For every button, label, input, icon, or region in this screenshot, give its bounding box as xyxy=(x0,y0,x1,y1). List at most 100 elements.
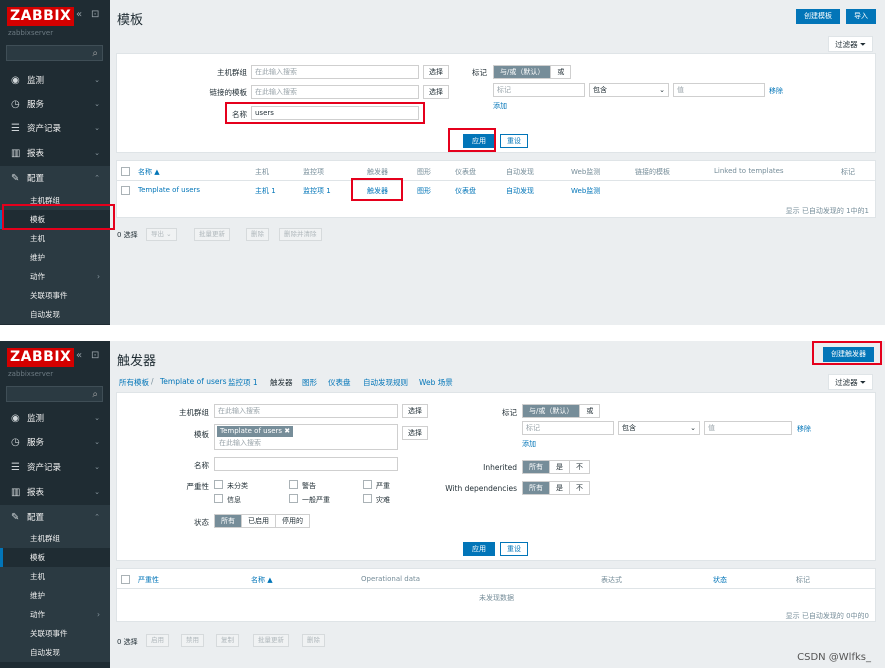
reset-button[interactable]: 重设 xyxy=(500,542,528,556)
sidebar-search-input[interactable]: ⌕ xyxy=(6,386,103,402)
copy-button[interactable]: 复制 xyxy=(216,634,239,647)
import-button[interactable]: 导入 xyxy=(846,9,876,24)
tag-remove-link[interactable]: 移除 xyxy=(797,424,811,434)
nav-inventory[interactable]: ☰ 资产记录 ⌄ xyxy=(0,116,110,141)
nav-reports[interactable]: ▥ 报表 ⌄ xyxy=(0,480,110,505)
host-groups-select-button[interactable]: 选择 xyxy=(402,404,428,418)
crumb-triggers[interactable]: 触发器 xyxy=(270,377,293,388)
nav-services[interactable]: ◷ 服务 ⌄ xyxy=(0,92,110,117)
crumb-discovery-rules[interactable]: 自动发现规则 xyxy=(363,377,408,388)
nav-configuration[interactable]: ✎ 配置 ⌃ xyxy=(0,505,110,530)
row-discovery-link[interactable]: 自动发现 xyxy=(506,186,534,196)
severity-not-classified-checkbox[interactable] xyxy=(214,480,223,489)
status-toggle[interactable]: 所有 已启用 停用的 xyxy=(214,514,310,528)
crumb-web-scenarios[interactable]: Web 场景 xyxy=(419,377,453,388)
filter-tab[interactable]: 过滤器 ⏷ xyxy=(828,374,873,390)
export-button[interactable]: 导出 ⌄ xyxy=(146,228,177,241)
inherited-all-option[interactable]: 所有 xyxy=(523,461,549,473)
nav-monitoring[interactable]: ◉ 监测 ⌄ xyxy=(0,68,110,93)
subnav-maintenance[interactable]: 维护 xyxy=(0,248,110,267)
subnav-discovery[interactable]: 自动发现 xyxy=(0,305,110,324)
tag-remove-link[interactable]: 移除 xyxy=(769,86,783,96)
delete-button[interactable]: 删除 xyxy=(302,634,325,647)
dependencies-toggle[interactable]: 所有是不 xyxy=(522,481,590,495)
linked-templates-input[interactable]: 在此输入搜索 xyxy=(251,85,419,99)
inherited-no-option[interactable]: 不 xyxy=(569,461,589,473)
tag-name-input[interactable]: 标记 xyxy=(522,421,614,435)
sidebar-search-input[interactable]: ⌕ xyxy=(6,45,103,61)
kiosk-icon[interactable]: ⊡ xyxy=(91,9,99,20)
nav-inventory[interactable]: ☰ 资产记录 ⌄ xyxy=(0,455,110,480)
tag-add-link[interactable]: 添加 xyxy=(493,101,507,111)
status-disabled-option[interactable]: 停用的 xyxy=(275,515,309,527)
mass-update-button[interactable]: 批量更新 xyxy=(253,634,289,647)
row-template-name[interactable]: Template of users xyxy=(138,186,200,194)
select-all-checkbox[interactable] xyxy=(121,167,130,176)
severity-high-checkbox[interactable] xyxy=(363,480,372,489)
crumb-dashboards[interactable]: 仪表盘 xyxy=(328,377,351,388)
subnav-templates[interactable]: 模板 xyxy=(0,548,110,567)
zabbix-logo[interactable]: ZABBIX xyxy=(7,7,75,26)
name-input[interactable] xyxy=(214,457,398,471)
subnav-hosts[interactable]: 主机 xyxy=(0,567,110,586)
tag-or-option[interactable]: 或 xyxy=(550,66,571,78)
collapse-icon[interactable]: « xyxy=(76,350,82,361)
disable-button[interactable]: 禁用 xyxy=(181,634,204,647)
tag-or-option[interactable]: 或 xyxy=(579,405,600,417)
dependencies-yes-option[interactable]: 是 xyxy=(549,482,569,494)
crumb-graphs[interactable]: 图形 xyxy=(302,377,317,388)
kiosk-icon[interactable]: ⊡ xyxy=(91,350,99,361)
dependencies-no-option[interactable]: 不 xyxy=(569,482,589,494)
dependencies-all-option[interactable]: 所有 xyxy=(523,482,549,494)
reset-button[interactable]: 重设 xyxy=(500,134,528,148)
status-all-option[interactable]: 所有 xyxy=(215,515,241,527)
host-groups-input[interactable]: 在此输入搜索 xyxy=(251,65,419,79)
crumb-all-templates[interactable]: 所有模板 xyxy=(119,377,149,388)
host-groups-input[interactable]: 在此输入搜索 xyxy=(214,404,398,418)
inherited-yes-option[interactable]: 是 xyxy=(549,461,569,473)
crumb-template[interactable]: Template of users xyxy=(160,377,227,386)
search-icon[interactable]: ⌕ xyxy=(92,48,98,59)
delete-button[interactable]: 删除 xyxy=(246,228,269,241)
nav-services[interactable]: ◷ 服务 ⌄ xyxy=(0,430,110,455)
row-checkbox[interactable] xyxy=(121,186,130,195)
tag-value-input[interactable]: 值 xyxy=(673,83,765,97)
filter-tab[interactable]: 过滤器 ⏷ xyxy=(828,36,873,52)
mass-update-button[interactable]: 批量更新 xyxy=(194,228,230,241)
tag-and-or-option[interactable]: 与/或（默认） xyxy=(523,405,580,417)
col-severity[interactable]: 严重性 xyxy=(138,575,159,585)
subnav-event-correlation[interactable]: 关联项事件 xyxy=(0,624,110,643)
col-name[interactable]: 名称 ▲ xyxy=(251,575,273,585)
col-status[interactable]: 状态 xyxy=(713,575,727,585)
select-all-checkbox[interactable] xyxy=(121,575,130,584)
zabbix-logo[interactable]: ZABBIX xyxy=(7,348,75,367)
template-select-button[interactable]: 选择 xyxy=(402,426,428,440)
tag-add-link[interactable]: 添加 xyxy=(522,439,536,449)
tag-value-input[interactable]: 值 xyxy=(704,421,792,435)
row-web-link[interactable]: Web监测 xyxy=(571,186,600,196)
create-template-button[interactable]: 创建模板 xyxy=(796,9,840,24)
row-dashboards-link[interactable]: 仪表盘 xyxy=(455,186,476,196)
enable-button[interactable]: 启用 xyxy=(146,634,169,647)
severity-information-checkbox[interactable] xyxy=(214,494,223,503)
subnav-hosts[interactable]: 主机 xyxy=(0,229,110,248)
inherited-toggle[interactable]: 所有是不 xyxy=(522,460,590,474)
linked-templates-select-button[interactable]: 选择 xyxy=(423,85,449,99)
tags-operator-toggle[interactable]: 与/或（默认）或 xyxy=(493,65,572,79)
nav-reports[interactable]: ▥ 报表 ⌄ xyxy=(0,141,110,166)
severity-average-checkbox[interactable] xyxy=(289,494,298,503)
tag-operator-select[interactable]: 包含 ⌄ xyxy=(618,421,700,435)
subnav-discovery[interactable]: 自动发现 xyxy=(0,643,110,662)
tags-operator-toggle[interactable]: 与/或（默认）或 xyxy=(522,404,601,418)
row-graphs-link[interactable]: 图形 xyxy=(417,186,431,196)
search-icon[interactable]: ⌕ xyxy=(92,389,98,400)
subnav-host-groups[interactable]: 主机群组 xyxy=(0,529,110,548)
row-hosts-link[interactable]: 主机 1 xyxy=(255,186,276,196)
subnav-actions[interactable]: 动作 › xyxy=(0,267,110,286)
tag-operator-select[interactable]: 包含 ⌄ xyxy=(589,83,669,97)
host-groups-select-button[interactable]: 选择 xyxy=(423,65,449,79)
nav-monitoring[interactable]: ◉ 监测 ⌄ xyxy=(0,406,110,431)
col-name[interactable]: 名称 ▲ xyxy=(138,167,160,177)
collapse-icon[interactable]: « xyxy=(76,9,82,20)
template-chip[interactable]: Template of users ✖ xyxy=(217,426,294,437)
